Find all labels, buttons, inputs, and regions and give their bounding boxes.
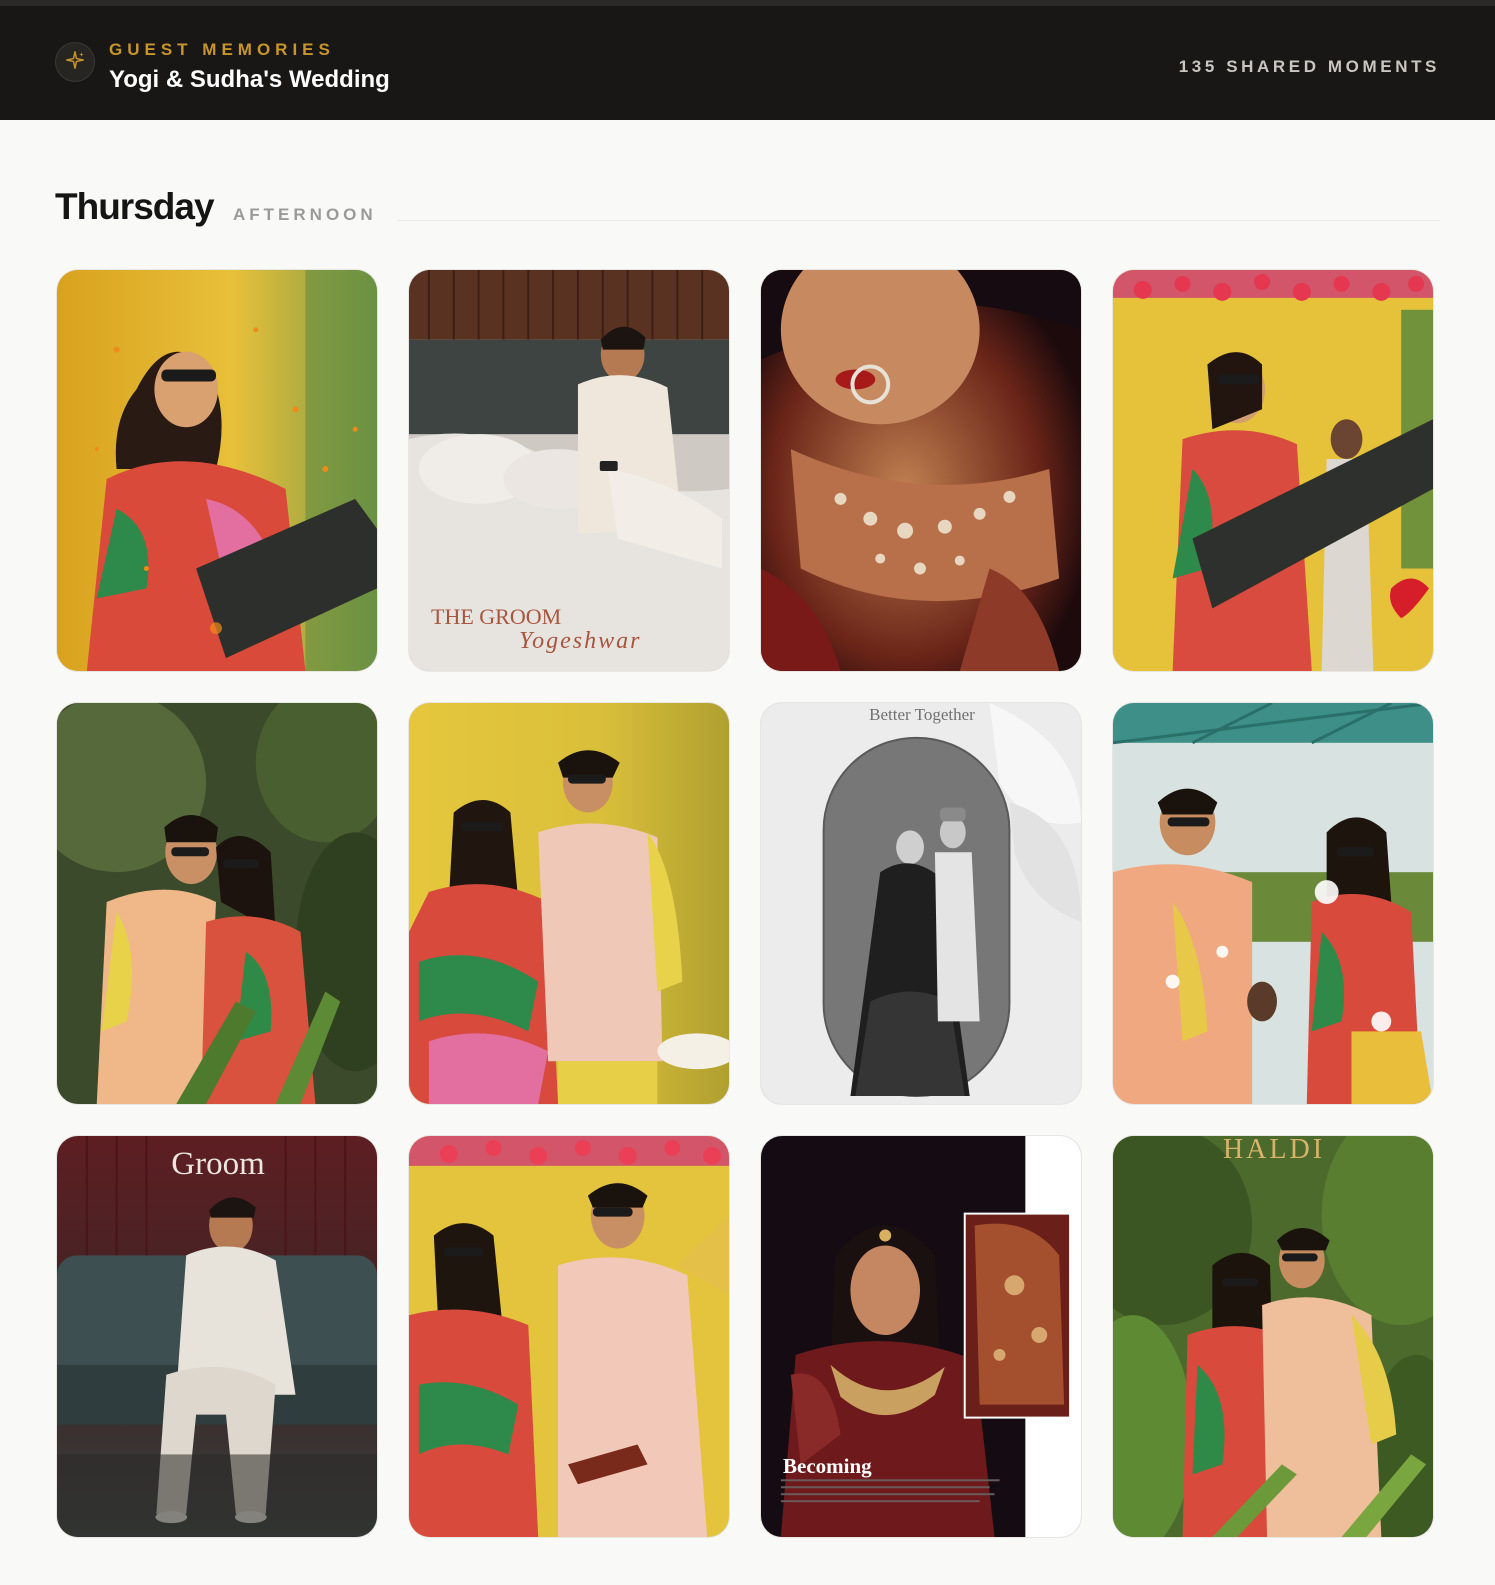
shared-moments-count: 135 SHARED MOMENTS <box>1178 57 1440 76</box>
photo-image <box>409 1136 729 1537</box>
photo-card[interactable] <box>1112 269 1434 672</box>
photo-image <box>761 703 1081 1104</box>
photo-card[interactable] <box>760 269 1082 672</box>
photo-card[interactable] <box>56 702 378 1105</box>
photo-card[interactable] <box>56 269 378 672</box>
photo-card[interactable] <box>1112 702 1434 1105</box>
photo-image <box>57 270 377 671</box>
photo-image <box>761 1136 1081 1537</box>
photo-image <box>761 270 1081 671</box>
photo-card[interactable] <box>408 702 730 1105</box>
photo-image <box>57 1136 377 1537</box>
photo-image <box>1113 1136 1433 1537</box>
photo-image <box>409 270 729 671</box>
photo-image <box>409 703 729 1104</box>
photo-image <box>1113 270 1433 671</box>
brand-badge <box>55 42 95 82</box>
section-period: AFTERNOON <box>233 205 377 224</box>
photo-image <box>1113 703 1433 1104</box>
section-day: Thursday <box>55 186 215 227</box>
header-eyebrow: GUEST MEMORIES <box>109 40 335 59</box>
app-header: GUEST MEMORIES Yogi & Sudha's Wedding 13… <box>0 0 1495 120</box>
photo-card[interactable]: THE GROOM Yogeshwar <box>408 269 730 672</box>
section-divider <box>397 220 1440 221</box>
photo-image <box>57 703 377 1104</box>
photo-card[interactable]: HALDI <box>1112 1135 1434 1538</box>
photo-card[interactable] <box>408 1135 730 1538</box>
sparkle-icon <box>64 49 86 76</box>
photo-card[interactable]: Becoming <box>760 1135 1082 1538</box>
event-title: Yogi & Sudha's Wedding <box>109 66 390 93</box>
photo-card[interactable]: Groom <box>56 1135 378 1538</box>
section-heading: Thursday AFTERNOON <box>55 186 1440 234</box>
photo-card[interactable]: Better Together <box>760 702 1082 1105</box>
photo-grid: THE GROOM Yogeshwar Better Together Groo… <box>56 269 1441 1538</box>
